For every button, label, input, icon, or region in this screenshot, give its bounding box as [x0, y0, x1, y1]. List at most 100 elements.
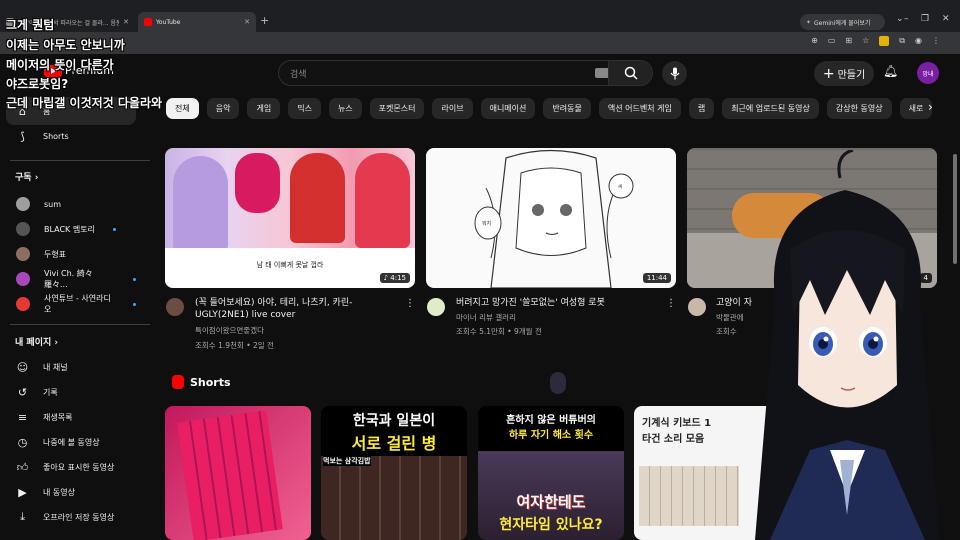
chip-1[interactable]: 음악: [206, 98, 240, 119]
chevron-right-icon[interactable]: ›: [928, 100, 933, 114]
more-options-icon[interactable]: ⋮: [666, 298, 676, 309]
my-videos-icon: ▶: [18, 485, 27, 499]
sidebar-item-label: 사연튜브 - 사연라디오: [44, 294, 111, 314]
video-title[interactable]: 버려지고 망가진 '쓸모없는' 여성형 로봇: [456, 297, 661, 309]
notifications-bell-icon[interactable]: 🔔︎: [883, 64, 898, 78]
search-input[interactable]: 검색: [278, 60, 653, 86]
voice-search-button[interactable]: [662, 61, 687, 86]
avatar[interactable]: 망내: [917, 62, 939, 84]
video-meta: 조회수 5.1만회 • 9개월 전: [456, 327, 542, 336]
sidebar-item-subscription[interactable]: 두형표: [6, 240, 136, 268]
search-button[interactable]: [608, 61, 652, 85]
chip-5[interactable]: 포켓몬스터: [369, 98, 425, 119]
video-thumbnail[interactable]: 남 태 이뻐게 못날 껍라 ♪ 4:15: [165, 148, 415, 288]
watch-later-icon: ◷: [17, 435, 28, 449]
chip-3[interactable]: 믹스: [288, 98, 321, 119]
sidebar-item-label: 기록: [43, 387, 58, 397]
channel-avatar[interactable]: [427, 298, 445, 316]
sidebar-item-like[interactable]: 👍︎ 좋아요 표시한 동영상: [6, 453, 136, 481]
search-icon: [624, 66, 638, 80]
sidebar-item-playlist[interactable]: ≡ 재생목록: [6, 403, 136, 431]
sidebar-item-label: 나중에 볼 동영상: [43, 437, 100, 447]
chip-6[interactable]: 라이브: [432, 98, 473, 119]
translate-icon[interactable]: ⊞: [845, 36, 852, 46]
chip-0[interactable]: 전체: [166, 98, 199, 119]
sidebar-item-watch-later[interactable]: ◷ 나중에 볼 동영상: [6, 428, 136, 456]
sidebar-item-label: 오프라인 저장 동영상: [43, 512, 115, 522]
extension-icon[interactable]: [879, 36, 890, 46]
chip-12[interactable]: 감상한 동영상: [826, 98, 892, 119]
short-title: 하루 자기 해소 횟수: [508, 430, 594, 441]
sidebar-item-channel[interactable]: ☺ 내 채널: [6, 353, 136, 381]
tab-close-icon[interactable]: ✕: [244, 18, 250, 26]
video-title[interactable]: (꼭 들어보세요) 아야, 테리, 나츠키, 카린- UGLY(2NE1) li…: [195, 297, 400, 321]
address-bar[interactable]: ⊕ ▭ ⊞ ☆ ⧉ ◉ ⋮: [0, 32, 960, 54]
overlay-caption: 야즈로봇임?: [6, 77, 69, 91]
minimize-icon[interactable]: –: [904, 14, 909, 24]
channel-avatar[interactable]: [166, 298, 184, 316]
chip-2[interactable]: 게임: [247, 98, 281, 119]
sidebar-item-download[interactable]: ⤓ 오프라인 저장 동영상: [6, 503, 136, 531]
chip-9[interactable]: 액션 어드벤처 게임: [598, 98, 681, 119]
short-card[interactable]: 한국과 일본이 서로 걸린 병 먹보는 삼각김밥: [321, 406, 467, 540]
bookmark-star-icon[interactable]: ☆: [862, 36, 869, 46]
tab-youtube[interactable]: YouTube ✕: [138, 12, 256, 32]
short-card[interactable]: 흔하지 않은 버튜버의 하루 자기 해소 횟수 여자한테도 현자타임 있나요?: [478, 406, 624, 540]
sidebar-item-subscription[interactable]: Vivi Ch. 綺々羅々...: [6, 265, 136, 293]
avatar-text: 망내: [922, 70, 934, 78]
chip-8[interactable]: 반려동물: [543, 98, 591, 119]
food-art: [321, 456, 467, 540]
sidebar-item-label: 내 채널: [43, 362, 68, 372]
sidebar-item-label: sum: [44, 199, 62, 209]
you-heading[interactable]: 내 페이지 ›: [15, 335, 58, 348]
shorts-title: Shorts: [190, 375, 231, 389]
gemini-button[interactable]: ✦ Gemini에게 물어보기: [800, 14, 885, 30]
profile-icon[interactable]: ◉: [915, 36, 922, 46]
tab-label: YouTube: [156, 18, 181, 26]
zoom-icon[interactable]: ⊕: [811, 36, 818, 46]
close-window-icon[interactable]: ✕: [942, 14, 950, 24]
channel-avatar: [16, 297, 30, 311]
thumbnail-subtitle: 남 태 이뻐게 못날 껍라: [256, 261, 324, 269]
playlist-icon: ≡: [17, 410, 28, 424]
vtuber-avatar: [755, 150, 940, 540]
sidebar-item-subscription[interactable]: 사연튜브 - 사연라디오: [6, 290, 136, 318]
maximize-icon[interactable]: ❐: [921, 14, 929, 24]
sidebar-item-label: 내 동영상: [43, 487, 75, 497]
new-tab-icon[interactable]: +: [260, 14, 269, 27]
chip-7[interactable]: 애니메이션: [480, 98, 536, 119]
channel-name[interactable]: 특이점이왔으면좋겠다: [195, 325, 264, 336]
chip-4[interactable]: 뉴스: [328, 98, 362, 119]
overlay-caption: 그게 퀀텀: [6, 18, 55, 32]
create-button[interactable]: + 만들기: [814, 61, 874, 86]
sidebar-item-my-videos[interactable]: ▶ 내 동영상: [6, 478, 136, 506]
tab-close-icon[interactable]: ✕: [123, 18, 129, 26]
more-options-icon[interactable]: ⋮: [405, 298, 415, 309]
shorts-icon: ⟆: [20, 129, 25, 143]
sidebar-item-subscription[interactable]: sum: [6, 190, 136, 218]
short-card[interactable]: [165, 406, 311, 540]
short-title: 한국과 일본이: [352, 413, 436, 429]
sidebar-item-subscription[interactable]: BLACK 멤토리: [6, 215, 136, 243]
short-title: 서로 걸린 병: [351, 434, 437, 453]
menu-dots-icon[interactable]: ⋮: [932, 36, 940, 46]
create-label: 만들기: [837, 70, 866, 81]
cast-icon[interactable]: ▭: [828, 36, 836, 46]
plus-icon: +: [822, 65, 835, 82]
speech-bubble-text: 뭐지: [482, 221, 492, 227]
sidebar-item-shorts[interactable]: ⟆ Shorts: [6, 122, 136, 150]
video-thumbnail[interactable]: 뭐지 씨 11:44: [426, 148, 676, 288]
channel-name[interactable]: 마이너 리뷰 갤러리: [456, 312, 516, 323]
keyboard-icon[interactable]: [595, 68, 609, 78]
channel-avatar[interactable]: [688, 298, 706, 316]
sidebar-item-history[interactable]: ↺ 기록: [6, 378, 136, 406]
shorts-shelf-heading: Shorts: [172, 375, 231, 389]
divider: [10, 160, 150, 161]
chip-10[interactable]: 랩: [688, 98, 715, 119]
chip-11[interactable]: 최근에 업로드된 동영상: [722, 98, 819, 119]
chevron-down-icon[interactable]: ⌄: [896, 14, 904, 24]
subscriptions-heading[interactable]: 구독 ›: [15, 170, 38, 183]
subscriptions-title: 구독: [15, 173, 32, 183]
extensions-puzzle-icon[interactable]: ⧉: [899, 36, 905, 46]
short-caption: 여자한테도: [516, 493, 586, 511]
